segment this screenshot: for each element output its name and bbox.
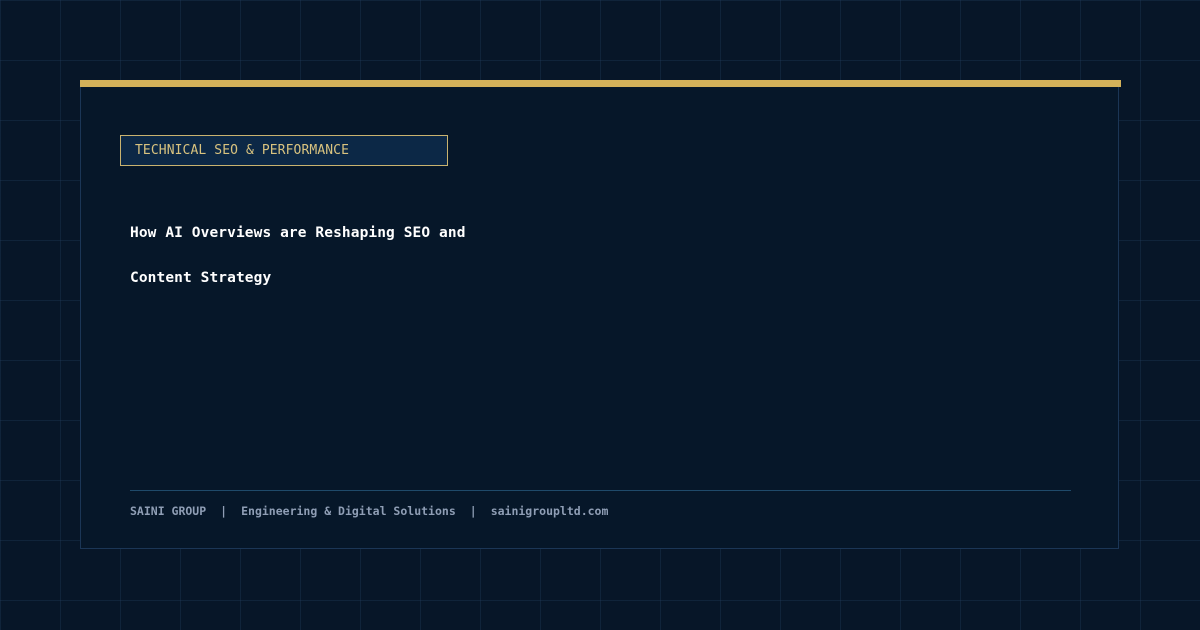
category-tag: TECHNICAL SEO & PERFORMANCE [120, 135, 448, 166]
content-card: TECHNICAL SEO & PERFORMANCE How AI Overv… [80, 80, 1121, 549]
article-title-line-1: How AI Overviews are Reshaping SEO and [130, 225, 466, 241]
company-tagline: Engineering & Digital Solutions [241, 504, 456, 518]
footer-divider [130, 490, 1071, 491]
article-title: How AI Overviews are Reshaping SEO and C… [130, 211, 690, 301]
footer-separator: | [469, 504, 477, 518]
website-link[interactable]: sainigroupltd.com [491, 504, 609, 518]
article-title-line-2: Content Strategy [130, 270, 272, 286]
company-name: SAINI GROUP [130, 504, 207, 518]
footer: SAINI GROUP | Engineering & Digital Solu… [130, 504, 608, 518]
footer-separator: | [220, 504, 228, 518]
accent-bar [80, 80, 1121, 87]
